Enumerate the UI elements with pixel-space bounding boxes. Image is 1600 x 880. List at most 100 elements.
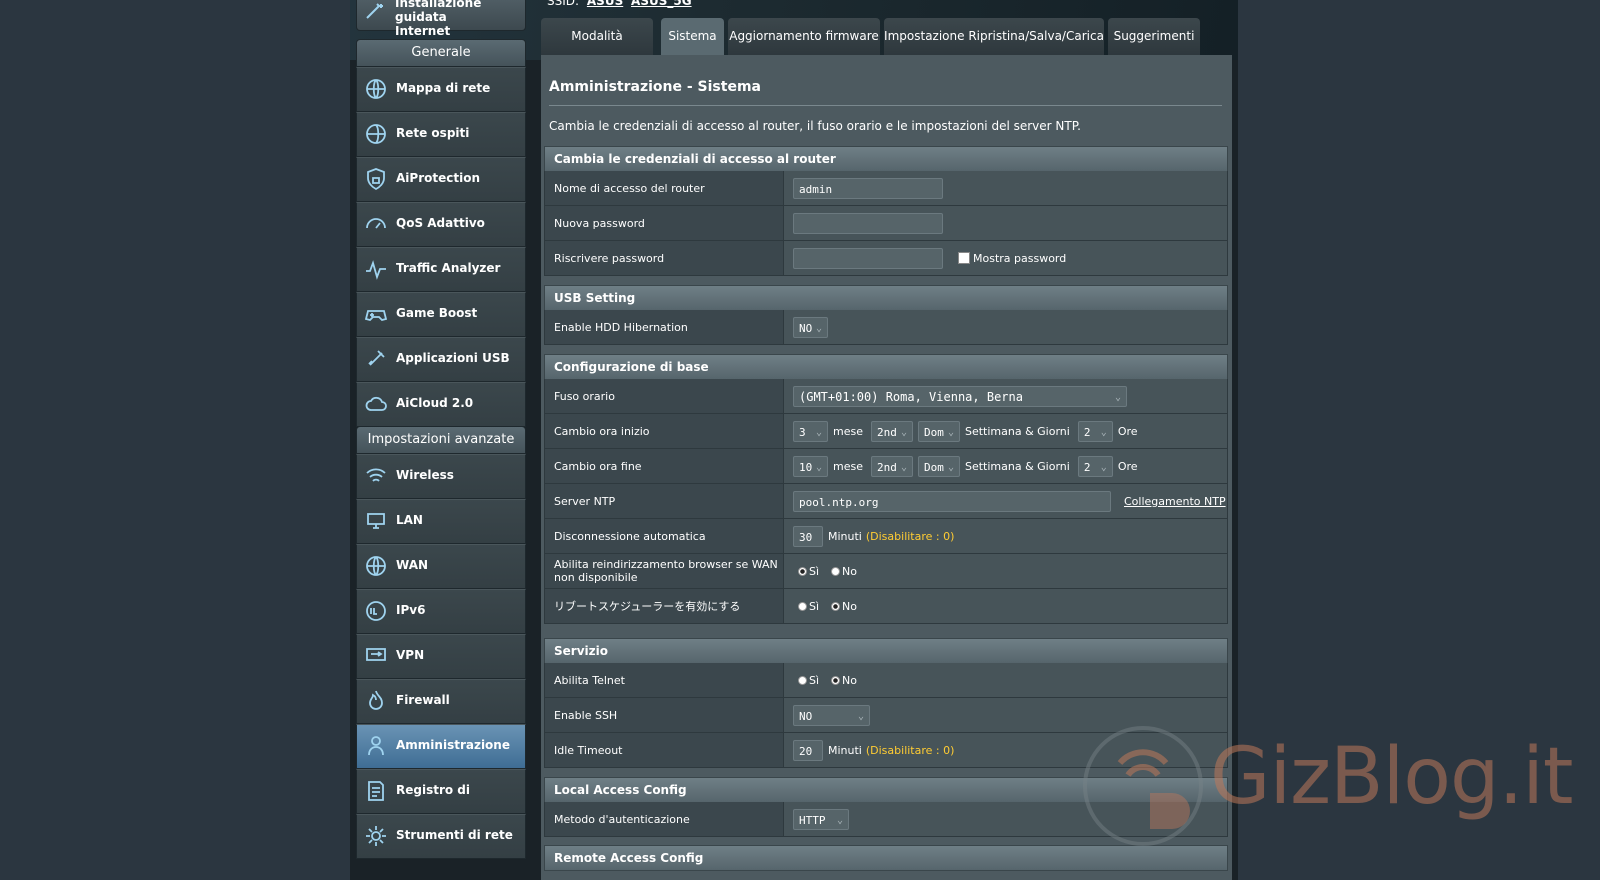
sidebar-group-title: Generale: [356, 39, 526, 67]
sidebar-item-label: Firewall: [396, 693, 450, 707]
idle-timeout-input[interactable]: 20: [793, 739, 823, 761]
sidebar-group-general: Generale Mappa di rete Rete ospiti AiProte…: [356, 39, 526, 427]
section-header-basic-config: Configurazione di base: [544, 354, 1228, 380]
ipv6-icon: [366, 601, 386, 621]
sidebar-item-firewall[interactable]: Firewall: [356, 679, 526, 724]
telnet-yes-radio[interactable]: [798, 675, 807, 685]
sidebar-item-aiprotection[interactable]: AiProtection: [356, 157, 526, 202]
sidebar-item-label: Wireless: [396, 468, 454, 482]
hours-unit: Ore: [1117, 424, 1138, 438]
hdd-hibernation-select[interactable]: NO: [793, 316, 828, 338]
field-label: Cambio ora fine: [545, 449, 784, 483]
month-unit: mese: [833, 459, 863, 473]
redirect-no-radio[interactable]: [831, 566, 841, 576]
section-header-usb: USB Setting: [544, 285, 1228, 311]
dst-end-month-select[interactable]: 10: [793, 455, 828, 477]
sidebar-item-registro-di-sistema[interactable]: Registro di sistema: [356, 769, 526, 837]
auto-logout-input[interactable]: 30: [793, 525, 823, 547]
field-label: リブートスケジューラーを有効にする: [545, 589, 784, 623]
dst-end-hour-select[interactable]: 2: [1077, 455, 1113, 477]
sidebar-item-applicazioni-usb[interactable]: Applicazioni USB: [356, 337, 526, 382]
row-ntp-server: Server NTP pool.ntp.org Collegamento NTP: [544, 484, 1228, 519]
watermark-logo-icon: [1083, 726, 1203, 846]
auth-method-select[interactable]: HTTP: [793, 808, 849, 830]
sidebar-group-title: Impostazioni avanzate: [356, 426, 526, 454]
timezone-select[interactable]: (GMT+01:00) Roma, Vienna, Berna: [793, 385, 1127, 407]
sidebar-item-strumenti-di-rete[interactable]: Strumenti di rete: [356, 814, 526, 859]
field-label: Disconnessione automatica: [545, 519, 784, 553]
sidebar-item-wireless[interactable]: Wireless: [356, 454, 526, 499]
reboot-scheduler-yes-radio[interactable]: [798, 601, 807, 611]
sidebar-item-label: LAN: [396, 513, 423, 527]
show-password-label: Mostra password: [973, 251, 1067, 265]
tab-restore-save-load[interactable]: Impostazione Ripristina/Salva/Carica: [884, 18, 1104, 55]
show-password-checkbox[interactable]: [958, 252, 970, 264]
sidebar-item-amministrazione[interactable]: Amministrazione: [356, 724, 526, 769]
dst-end-week-select[interactable]: 2nd: [870, 455, 913, 477]
row-reboot-scheduler: リブートスケジューラーを有効にする Sì No: [544, 589, 1228, 624]
globe-icon: [366, 556, 386, 576]
sidebar-item-qos-adattivo[interactable]: QoS Adattivo: [356, 202, 526, 247]
sidebar-item-game-boost[interactable]: Game Boost: [356, 292, 526, 337]
tab-system[interactable]: Sistema: [661, 18, 724, 55]
tab-firmware-upgrade[interactable]: Aggiornamento firmware: [728, 18, 880, 55]
radio-label: Sì: [809, 564, 820, 578]
sidebar-item-label: VPN: [396, 648, 425, 662]
week-days-unit: Settimana & Giorni: [964, 459, 1070, 473]
dst-start-day-select[interactable]: Dom: [917, 420, 960, 442]
flame-icon: [369, 690, 383, 710]
row-dst-start: Cambio ora inizio 3 mese 2nd Dom Settima…: [544, 414, 1228, 449]
sidebar-item-ipv6[interactable]: IPv6: [356, 589, 526, 634]
row-retype-password: Riscrivere password Mostra password: [544, 241, 1228, 276]
section-header-service: Servizio: [544, 638, 1228, 664]
field-label: Abilita reindirizzamento browser se WAN …: [545, 554, 784, 588]
dst-start-hour-select[interactable]: 2: [1077, 420, 1113, 442]
field-label: Abilita Telnet: [545, 663, 784, 697]
sidebar-item-rete-ospiti[interactable]: Rete ospiti: [356, 112, 526, 157]
lan-icon: [367, 513, 385, 529]
globe-network-icon: [366, 79, 386, 99]
sidebar-item-traffic-analyzer[interactable]: Traffic Analyzer: [356, 247, 526, 292]
tools-gear-icon: [366, 826, 386, 846]
row-timezone: Fuso orario (GMT+01:00) Roma, Vienna, Be…: [544, 379, 1228, 414]
field-label: Metodo d'autenticazione: [545, 802, 784, 836]
telnet-no-radio[interactable]: [831, 675, 841, 685]
row-new-password: Nuova password: [544, 206, 1228, 241]
sidebar-item-label: AiCloud 2.0: [396, 396, 474, 410]
sidebar-item-lan[interactable]: LAN: [356, 499, 526, 544]
sidebar-item-wan[interactable]: WAN: [356, 544, 526, 589]
ssid-link-24g[interactable]: ASUS: [587, 0, 623, 8]
hours-unit: Ore: [1117, 459, 1138, 473]
cloud-icon: [365, 396, 387, 411]
dst-end-day-select[interactable]: Dom: [917, 455, 960, 477]
usb-icon: [368, 350, 385, 366]
disable-hint: (Disabilitare : 0): [865, 743, 955, 757]
sidebar-item-aicloud-2-0[interactable]: AiCloud 2.0: [356, 382, 526, 427]
sidebar-item-label: Game Boost: [396, 306, 478, 320]
sidebar-item-quick-setup[interactable]: Installazione guidata Internet: [356, 0, 526, 38]
field-label: Nome di accesso del router: [545, 171, 784, 205]
reboot-scheduler-no-radio[interactable]: [831, 601, 841, 611]
ntp-link[interactable]: Collegamento NTP: [1124, 495, 1226, 508]
ssid-link-5g[interactable]: ASUS_5G: [631, 0, 692, 8]
dst-start-week-select[interactable]: 2nd: [870, 420, 913, 442]
gamepad-icon: [364, 310, 388, 321]
ssid-label: SSID:: [547, 0, 580, 8]
retype-password-input[interactable]: [793, 247, 943, 269]
tab-tips[interactable]: Suggerimenti: [1108, 18, 1200, 55]
ntp-server-input[interactable]: pool.ntp.org: [793, 490, 1111, 512]
sidebar-item-label: QoS Adattivo: [396, 216, 485, 230]
dst-start-month-select[interactable]: 3: [793, 420, 828, 442]
new-password-input[interactable]: [793, 212, 943, 234]
login-name-input[interactable]: admin: [793, 177, 943, 199]
sidebar-item-vpn[interactable]: VPN: [356, 634, 526, 679]
disable-hint: (Disabilitare : 0): [865, 529, 955, 543]
tab-operation-mode[interactable]: Modalità operativa: [541, 18, 653, 79]
redirect-yes-radio[interactable]: [798, 566, 807, 576]
field-label: Cambio ora inizio: [545, 414, 784, 448]
ssh-select[interactable]: NO: [793, 704, 870, 726]
field-label: Fuso orario: [545, 379, 784, 413]
vpn-icon: [366, 648, 386, 661]
row-telnet: Abilita Telnet Sì No: [544, 663, 1228, 698]
sidebar-item-mappa-di-rete[interactable]: Mappa di rete: [356, 67, 526, 112]
